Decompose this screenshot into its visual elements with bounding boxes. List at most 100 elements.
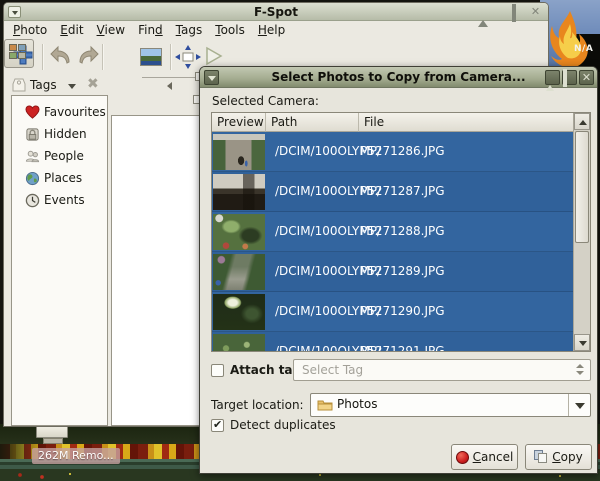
tags-list: Favourites Hidden People bbox=[11, 95, 108, 426]
edit-image-button[interactable] bbox=[140, 45, 164, 69]
shade-icon bbox=[546, 71, 554, 91]
menu-find[interactable]: Find bbox=[138, 23, 163, 37]
globe-icon bbox=[25, 171, 40, 186]
detect-duplicates-label[interactable]: Detect duplicates bbox=[230, 418, 336, 432]
vertical-scrollbar[interactable] bbox=[573, 113, 590, 351]
folder-icon bbox=[317, 399, 333, 411]
table-row[interactable]: /DCIM/100OLYMP/ P5271288.JPG bbox=[212, 212, 574, 252]
menu-help[interactable]: Help bbox=[258, 23, 285, 37]
detect-duplicates-checkbox[interactable] bbox=[211, 419, 224, 432]
chevron-down-icon bbox=[575, 403, 585, 409]
arrow-down-icon bbox=[579, 341, 587, 346]
column-header-file[interactable]: File bbox=[359, 113, 574, 132]
slideshow-play-button[interactable] bbox=[205, 46, 223, 66]
clock-icon bbox=[25, 193, 40, 208]
menu-edit[interactable]: Edit bbox=[60, 23, 83, 37]
path-cell: /DCIM/100OLYMP/ bbox=[265, 212, 358, 251]
timeline-slider-track[interactable] bbox=[142, 77, 195, 78]
desktop: N/A 262M Remo... F-Spot ✕ Photo Edit Vie… bbox=[0, 0, 600, 481]
column-header-path[interactable]: Path bbox=[266, 113, 359, 132]
back-button[interactable] bbox=[49, 44, 73, 66]
tags-dropdown-icon[interactable] bbox=[68, 84, 76, 89]
maximize-icon bbox=[512, 4, 516, 22]
tag-label: Favourites bbox=[44, 105, 106, 119]
delete-tag-icon[interactable]: ✖ bbox=[87, 76, 99, 92]
photo-thumbnail bbox=[213, 334, 265, 351]
tag-item-hidden[interactable]: Hidden bbox=[12, 124, 107, 146]
forward-button[interactable] bbox=[76, 44, 100, 66]
cancel-button[interactable]: Cancel bbox=[451, 444, 518, 470]
select-tag-combobox[interactable]: Select Tag bbox=[293, 359, 591, 381]
table-header: Preview Path File bbox=[212, 113, 574, 132]
tag-label: Hidden bbox=[44, 127, 87, 141]
dropdown-button[interactable] bbox=[568, 394, 590, 416]
dialog-title: Select Photos to Copy from Camera... bbox=[200, 70, 597, 84]
tag-label: Events bbox=[44, 193, 85, 207]
close-button[interactable]: ✕ bbox=[529, 6, 542, 18]
browse-grid-icon bbox=[9, 44, 27, 61]
close-button[interactable]: ✕ bbox=[579, 70, 594, 85]
target-location-combobox[interactable]: Photos bbox=[310, 393, 591, 417]
path-cell: /DCIM/100OLYMP/ bbox=[265, 252, 358, 291]
cancel-button-label: Cancel bbox=[473, 450, 514, 464]
toolbar-separator bbox=[102, 44, 103, 70]
menu-tags[interactable]: Tags bbox=[176, 23, 203, 37]
tag-label: People bbox=[44, 149, 84, 163]
removable-volume-label[interactable]: 262M Remo... bbox=[32, 448, 120, 464]
photo-table: Preview Path File /DCIM/100OLYMP/ P52712… bbox=[211, 112, 591, 352]
spinner-arrows-icon[interactable] bbox=[576, 364, 584, 375]
scroll-down-button[interactable] bbox=[574, 334, 590, 351]
tag-item-events[interactable]: Events bbox=[12, 190, 107, 212]
file-cell: P5271286.JPG bbox=[358, 132, 445, 171]
photo-thumbnail bbox=[213, 254, 265, 290]
copy-from-camera-dialog: Select Photos to Copy from Camera... ✕ S… bbox=[199, 66, 598, 474]
monitor-na-text: N/A bbox=[574, 44, 593, 54]
menu-tools[interactable]: Tools bbox=[215, 23, 245, 37]
shade-button[interactable] bbox=[545, 70, 560, 85]
copy-button[interactable]: Copy bbox=[525, 444, 592, 470]
table-row[interactable]: /DCIM/100OLYMP/ P5271289.JPG bbox=[212, 252, 574, 292]
path-cell: /DCIM/100OLYMP/ bbox=[265, 132, 358, 171]
menu-bar: Photo Edit View Find Tags Tools Help bbox=[4, 21, 548, 39]
table-row[interactable]: /DCIM/100OLYMP/ P5271286.JPG bbox=[212, 132, 574, 172]
arrow-up-icon bbox=[579, 120, 587, 125]
photo-icon bbox=[140, 48, 162, 66]
timeline-left-arrow[interactable] bbox=[167, 82, 172, 90]
select-tag-value: Select Tag bbox=[302, 363, 363, 377]
file-cell: P5271291.JPG bbox=[358, 332, 445, 351]
table-body: /DCIM/100OLYMP/ P5271286.JPG /DCIM/100OL… bbox=[212, 132, 574, 351]
fspot-titlebar[interactable]: F-Spot ✕ bbox=[4, 3, 548, 21]
fullscreen-button[interactable] bbox=[175, 45, 201, 69]
shade-button[interactable] bbox=[478, 6, 491, 18]
tag-item-favourites[interactable]: Favourites bbox=[12, 102, 107, 124]
menu-view[interactable]: View bbox=[97, 23, 126, 37]
copy-button-label: Copy bbox=[552, 450, 582, 464]
column-header-preview[interactable]: Preview bbox=[212, 113, 266, 132]
tag-item-people[interactable]: People bbox=[12, 146, 107, 168]
heart-icon bbox=[25, 105, 40, 120]
people-icon bbox=[25, 149, 40, 164]
table-row[interactable]: /DCIM/100OLYMP/ P5271287.JPG bbox=[212, 172, 574, 212]
maximize-button[interactable] bbox=[562, 70, 577, 85]
selected-camera-label: Selected Camera: bbox=[212, 94, 319, 108]
toolbar-separator bbox=[42, 44, 43, 70]
path-cell: /DCIM/100OLYMP/ bbox=[265, 332, 358, 351]
scroll-up-button[interactable] bbox=[574, 113, 590, 130]
dialog-titlebar[interactable]: Select Photos to Copy from Camera... ✕ bbox=[200, 67, 597, 88]
file-cell: P5271287.JPG bbox=[358, 172, 445, 211]
flame-wallpaper bbox=[548, 10, 592, 70]
attach-tag-checkbox[interactable] bbox=[211, 364, 224, 377]
maximize-button[interactable] bbox=[512, 6, 525, 18]
tags-header: Tags ✖ bbox=[4, 76, 114, 95]
table-row[interactable]: /DCIM/100OLYMP/ P5271291.JPG bbox=[212, 332, 574, 351]
tag-item-places[interactable]: Places bbox=[12, 168, 107, 190]
file-cell: P5271288.JPG bbox=[358, 212, 445, 251]
minimize-button[interactable] bbox=[495, 6, 508, 18]
file-cell: P5271289.JPG bbox=[358, 252, 445, 291]
menu-photo[interactable]: Photo bbox=[13, 23, 47, 37]
table-row[interactable]: /DCIM/100OLYMP/ P5271290.JPG bbox=[212, 292, 574, 332]
photo-thumbnail bbox=[213, 294, 265, 330]
file-cell: P5271290.JPG bbox=[358, 292, 445, 331]
scrollbar-thumb[interactable] bbox=[575, 131, 589, 243]
cancel-stop-icon bbox=[456, 451, 469, 464]
